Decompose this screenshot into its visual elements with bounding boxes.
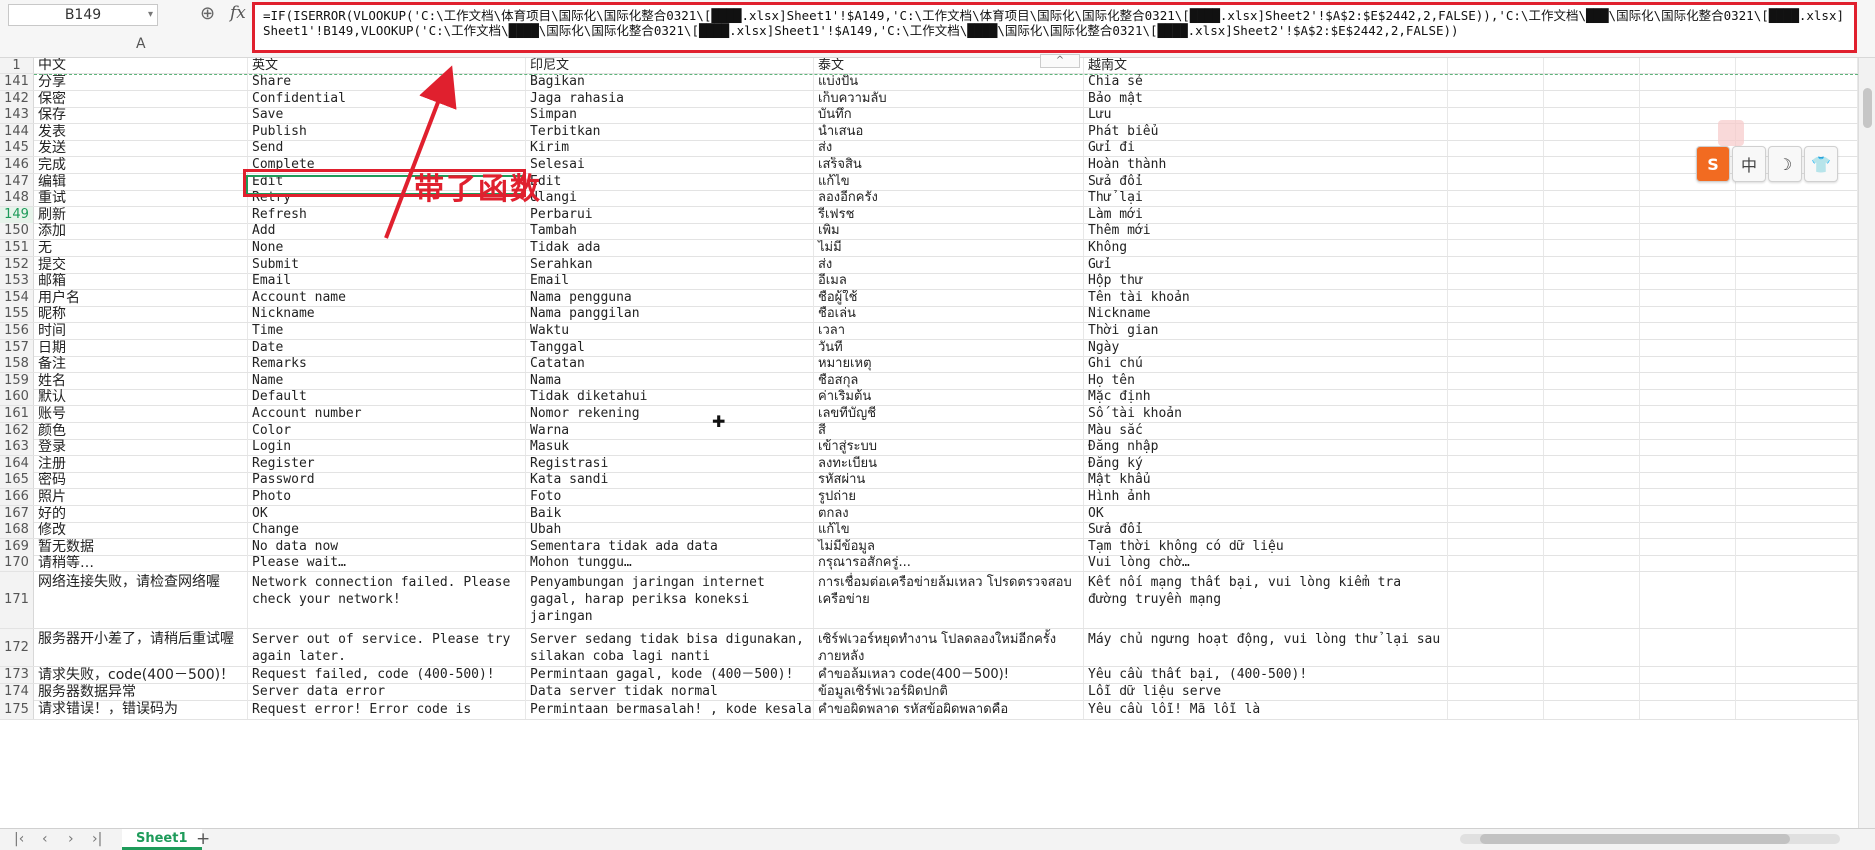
horizontal-scroll-thumb[interactable]	[1480, 834, 1790, 844]
annotation-arrow	[384, 65, 457, 239]
tab-sheet1[interactable]: Sheet1	[122, 829, 202, 850]
last-sheet-icon[interactable]: ›|	[92, 831, 102, 847]
prev-sheet-icon[interactable]: ‹	[42, 831, 48, 847]
sheet-tab-bar: |‹ ‹ › ›| Sheet1 +	[0, 828, 1875, 850]
moon-icon[interactable]: ☽	[1768, 146, 1802, 182]
sogou-logo-icon[interactable]: S	[1696, 146, 1730, 182]
chinese-input-icon[interactable]: 中	[1732, 146, 1766, 182]
vertical-scroll-thumb[interactable]	[1863, 88, 1872, 128]
first-sheet-icon[interactable]: |‹	[14, 831, 24, 847]
annotation-text: 带了函数	[414, 172, 542, 207]
cursor-crosshair-icon: ✚	[712, 412, 726, 431]
ime-toolbar: S 中 ☽ 👕	[1696, 146, 1838, 182]
horizontal-scrollbar[interactable]	[1460, 834, 1840, 844]
faded-icon	[1718, 120, 1744, 146]
add-sheet-icon[interactable]: +	[196, 829, 210, 849]
shirt-icon[interactable]: 👕	[1804, 146, 1838, 182]
vertical-scrollbar[interactable]	[1858, 58, 1875, 828]
next-sheet-icon[interactable]: ›	[68, 831, 74, 847]
